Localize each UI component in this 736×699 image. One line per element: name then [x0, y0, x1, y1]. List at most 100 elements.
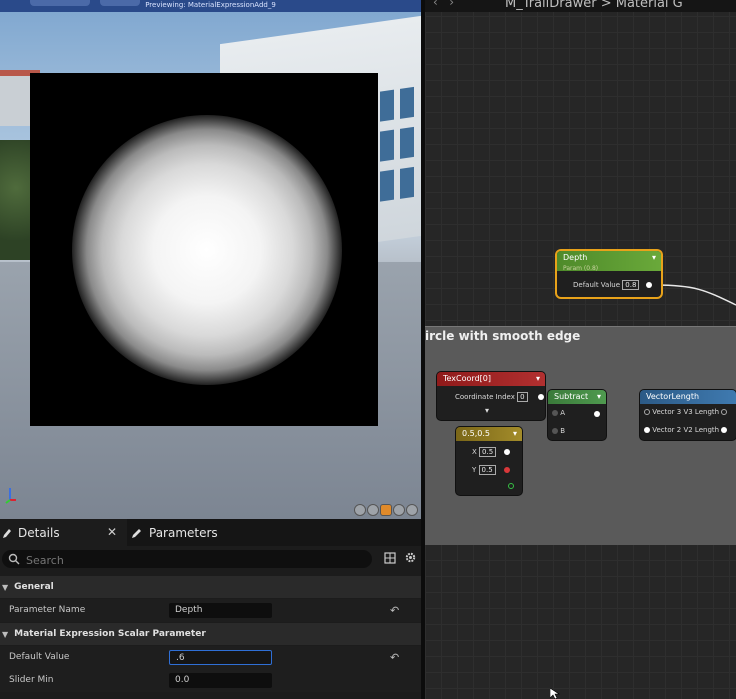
- constant-y-value[interactable]: 0.5: [478, 465, 496, 475]
- tab-parameters-label: Parameters: [149, 525, 218, 540]
- constant-y-row: Y 0.5: [472, 465, 510, 475]
- chevron-down-icon[interactable]: ▾: [513, 427, 517, 440]
- subtract-b-label: B: [560, 427, 566, 435]
- preview-circle-gradient: [72, 115, 342, 385]
- vectorlength-out1-label: V3 Length: [683, 408, 720, 416]
- depth-node-title: Depth: [563, 253, 588, 262]
- vectorlength-node-header: VectorLength: [640, 390, 736, 404]
- vectorlength-node-title: VectorLength: [646, 392, 700, 401]
- plane-preview-icon[interactable]: [380, 504, 392, 516]
- vectorlength-row-2: Vector 2 V2 Length: [644, 426, 728, 434]
- slider-min-label: Slider Min: [9, 675, 54, 685]
- tab-details-label: Details: [18, 525, 60, 540]
- texcoord-pin-label: Coordinate Index: [455, 393, 515, 401]
- parameter-name-field[interactable]: Depth: [169, 603, 272, 618]
- tab-parameters[interactable]: Parameters: [131, 519, 251, 546]
- input-pin-icon[interactable]: [644, 427, 650, 433]
- constant-x-value[interactable]: 0.5: [479, 447, 497, 457]
- vectorlength-out2-label: V2 Length: [683, 426, 720, 434]
- property-row-slider-min: Slider Min 0.0: [0, 669, 421, 692]
- subtract-a-label: A: [560, 409, 566, 417]
- vectorlength-node[interactable]: VectorLength Vector 3 V3 Length Vector 2…: [640, 390, 736, 440]
- cube-preview-icon[interactable]: [393, 504, 405, 516]
- texcoord-node-title: TexCoord[0]: [443, 374, 491, 383]
- constant-x-row: X 0.5: [472, 447, 511, 457]
- cylinder-preview-icon[interactable]: [354, 504, 366, 516]
- teapot-preview-icon[interactable]: [406, 504, 418, 516]
- close-icon[interactable]: ✕: [107, 525, 117, 539]
- input-pin-icon[interactable]: [644, 409, 650, 415]
- subtract-b-pin: B: [552, 427, 565, 435]
- chevron-down-icon[interactable]: ▾: [536, 372, 540, 385]
- comment-title: ircle with smooth edge: [425, 329, 581, 343]
- depth-node-subtitle: Param (0.8): [563, 265, 599, 272]
- slider-min-field[interactable]: 0.0: [169, 673, 272, 688]
- chevron-down-icon[interactable]: ▾: [652, 251, 656, 264]
- category-scalar-parameter-label: Material Expression Scalar Parameter: [14, 629, 206, 639]
- default-value-label: Default Value: [9, 652, 70, 662]
- output-pin-icon[interactable]: [645, 282, 652, 288]
- category-general-label: General: [14, 582, 54, 592]
- constant2vector-node[interactable]: 0.5,0.5 ▾ X 0.5 Y 0.5: [456, 427, 522, 495]
- output-pin-icon[interactable]: [721, 409, 728, 415]
- vectorlength-in2-label: Vector 2: [652, 426, 682, 434]
- reset-to-default-icon[interactable]: ↶: [390, 604, 399, 617]
- parameter-name-label: Parameter Name: [9, 605, 86, 615]
- property-row-default-value: Default Value .6 ↶: [0, 646, 421, 669]
- constant2vector-node-title: 0.5,0.5: [462, 429, 490, 438]
- preview-plane: [30, 73, 378, 426]
- axis-gizmo-icon: [5, 488, 16, 504]
- search-row: [0, 547, 421, 571]
- subtract-node-title: Subtract: [554, 392, 589, 401]
- subtract-node-header: Subtract ▾: [548, 390, 606, 404]
- constant2vector-node-header: 0.5,0.5 ▾: [456, 427, 522, 441]
- preview-label: Previewing: MaterialExpressionAdd_9: [145, 1, 276, 9]
- output-pin-icon[interactable]: [504, 449, 511, 455]
- texcoord-pin-value[interactable]: 0: [517, 392, 528, 402]
- texcoord-node-header: TexCoord[0] ▾: [437, 372, 545, 386]
- chevron-down-icon[interactable]: ▾: [597, 390, 601, 403]
- preview-shape-toolbar: [354, 504, 418, 516]
- depth-parameter-node[interactable]: Depth Param (0.8) ▾ Default Value 0.8: [557, 251, 661, 297]
- red-channel-pin-icon[interactable]: [503, 467, 510, 473]
- category-scalar-parameter[interactable]: ▼ Material Expression Scalar Parameter: [0, 623, 421, 645]
- vectorlength-row-1: Vector 3 V3 Length: [644, 408, 728, 416]
- output-pin-icon[interactable]: [537, 394, 544, 400]
- depth-default-value-pin: Default Value 0.8: [573, 280, 652, 290]
- default-value-field[interactable]: .6: [169, 650, 272, 665]
- output-pin-icon[interactable]: [594, 411, 600, 417]
- output-pin-icon[interactable]: [721, 427, 728, 433]
- search-input[interactable]: [24, 550, 368, 570]
- table-view-icon[interactable]: [384, 552, 396, 564]
- gear-icon[interactable]: [404, 551, 417, 564]
- material-graph-canvas[interactable]: ‹ › M_TrailDrawer > Material G Depth Par…: [425, 0, 736, 699]
- category-general[interactable]: ▼ General: [0, 576, 421, 598]
- search-box[interactable]: [2, 550, 372, 570]
- material-preview-viewport[interactable]: Previewing: MaterialExpressionAdd_9: [0, 0, 421, 519]
- green-channel-pin-icon[interactable]: [508, 483, 514, 489]
- constant-x-label: X: [472, 448, 477, 456]
- viewport-toolbar: Previewing: MaterialExpressionAdd_9: [0, 0, 421, 12]
- details-panel: Details ✕ Parameters ▼ General Parameter…: [0, 519, 421, 699]
- depth-pin-label: Default Value: [573, 281, 621, 289]
- depth-pin-value[interactable]: 0.8: [622, 280, 640, 290]
- collapse-arrow-icon: ▼: [2, 582, 9, 592]
- reset-to-default-icon[interactable]: ↶: [390, 651, 399, 664]
- pencil-icon: [132, 528, 141, 538]
- mouse-cursor-icon: [550, 688, 560, 699]
- sphere-preview-icon[interactable]: [367, 504, 379, 516]
- texcoord-node[interactable]: TexCoord[0] ▾ Coordinate Index 0 ▾: [437, 372, 545, 420]
- panel-tab-bar: Details ✕ Parameters: [0, 519, 421, 546]
- constant-y-label: Y: [472, 466, 477, 474]
- input-pin-icon[interactable]: [552, 410, 558, 416]
- expand-chevron-icon[interactable]: ▾: [485, 406, 489, 415]
- subtract-node[interactable]: Subtract ▾ A B: [548, 390, 606, 440]
- collapse-arrow-icon: ▼: [2, 629, 9, 639]
- subtract-a-pin: A: [552, 409, 565, 417]
- search-icon: [8, 553, 20, 565]
- texcoord-coordinate-index-pin: Coordinate Index 0: [455, 392, 544, 402]
- pencil-icon: [3, 528, 11, 538]
- input-pin-icon[interactable]: [552, 428, 558, 434]
- depth-node-header: Depth Param (0.8) ▾: [557, 251, 661, 272]
- property-row-parameter-name: Parameter Name Depth ↶: [0, 599, 421, 622]
